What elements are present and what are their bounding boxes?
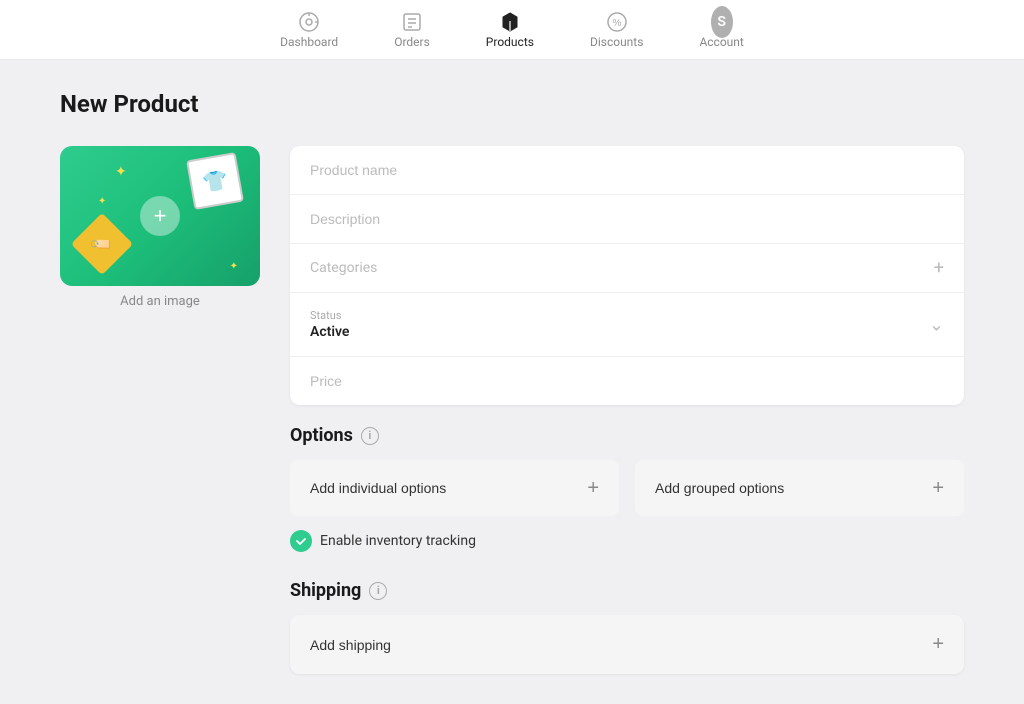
add-individual-options-label: Add individual options bbox=[310, 480, 446, 496]
shipping-card: Add shipping + bbox=[290, 615, 964, 674]
add-grouped-options-button[interactable]: Add grouped options + bbox=[635, 460, 964, 516]
product-form: Categories + Status Active ⌄ Optio bbox=[290, 146, 964, 674]
nav-orders[interactable]: Orders bbox=[386, 5, 438, 55]
nav-dashboard-label: Dashboard bbox=[280, 35, 338, 49]
price-field bbox=[290, 357, 964, 405]
shipping-plus-icon: + bbox=[932, 633, 944, 656]
dashboard-icon bbox=[298, 11, 320, 33]
svg-text:%: % bbox=[612, 18, 621, 29]
image-upload-section: 👕 🏷️ ✦ ✦ ✦ + Add an image bbox=[60, 146, 260, 309]
shipping-section: Shipping i Add shipping + bbox=[290, 580, 964, 674]
star-deco-1: ✦ bbox=[115, 164, 127, 180]
page-title: New Product bbox=[60, 90, 964, 118]
nav-orders-label: Orders bbox=[394, 35, 430, 49]
add-individual-plus-icon: + bbox=[587, 478, 599, 498]
star-deco-3: ✦ bbox=[98, 196, 106, 207]
status-value: Active bbox=[310, 324, 349, 340]
description-field bbox=[290, 195, 964, 244]
price-input[interactable] bbox=[310, 373, 944, 389]
status-dropdown-icon[interactable]: ⌄ bbox=[929, 314, 944, 335]
star-deco-2: ✦ bbox=[230, 261, 238, 272]
image-placeholder[interactable]: 👕 🏷️ ✦ ✦ ✦ + bbox=[60, 146, 260, 286]
add-shipping-button[interactable]: Add shipping + bbox=[290, 615, 964, 674]
options-header: Options i bbox=[290, 425, 964, 446]
nav-discounts-label: Discounts bbox=[590, 35, 643, 49]
options-info-icon[interactable]: i bbox=[361, 427, 379, 445]
main-form-card: Categories + Status Active ⌄ bbox=[290, 146, 964, 405]
nav-products-label: Products bbox=[486, 35, 534, 49]
inventory-toggle-icon[interactable] bbox=[290, 530, 312, 552]
shirt-decoration: 👕 bbox=[186, 152, 244, 210]
nav-dashboard[interactable]: Dashboard bbox=[272, 5, 346, 55]
description-input[interactable] bbox=[310, 211, 944, 227]
shipping-info-icon[interactable]: i bbox=[369, 582, 387, 600]
nav-discounts[interactable]: % Discounts bbox=[582, 5, 651, 55]
status-label: Status bbox=[310, 309, 341, 322]
add-grouped-plus-icon: + bbox=[932, 478, 944, 498]
nav-products[interactable]: Products bbox=[478, 5, 542, 55]
add-shipping-label: Add shipping bbox=[310, 637, 391, 653]
categories-add-icon[interactable]: + bbox=[934, 258, 944, 279]
product-name-input[interactable] bbox=[310, 162, 944, 178]
orders-icon bbox=[401, 11, 423, 33]
nav-account[interactable]: S Account bbox=[691, 5, 751, 55]
add-image-button[interactable]: + bbox=[140, 196, 180, 236]
discounts-icon: % bbox=[606, 11, 628, 33]
add-individual-options-button[interactable]: Add individual options + bbox=[290, 460, 619, 516]
options-heading: Options bbox=[290, 425, 353, 446]
inventory-tracking-row: Enable inventory tracking bbox=[290, 530, 964, 552]
product-name-field bbox=[290, 146, 964, 195]
shipping-header: Shipping i bbox=[290, 580, 964, 601]
shipping-heading: Shipping bbox=[290, 580, 361, 601]
categories-placeholder: Categories bbox=[310, 260, 944, 276]
products-icon bbox=[499, 11, 521, 33]
main-nav: Dashboard Orders Products bbox=[0, 0, 1024, 60]
status-field[interactable]: Status Active ⌄ bbox=[290, 293, 964, 357]
inventory-label: Enable inventory tracking bbox=[320, 533, 476, 549]
image-caption: Add an image bbox=[120, 294, 200, 309]
add-grouped-options-label: Add grouped options bbox=[655, 480, 784, 496]
options-buttons-row: Add individual options + Add grouped opt… bbox=[290, 460, 964, 516]
nav-account-label: Account bbox=[699, 35, 743, 49]
avatar: S bbox=[711, 6, 733, 38]
categories-field[interactable]: Categories + bbox=[290, 244, 964, 293]
diamond-inner: 🏷️ bbox=[80, 222, 124, 266]
options-section: Options i Add individual options + Add g… bbox=[290, 425, 964, 552]
account-icon: S bbox=[711, 11, 733, 33]
